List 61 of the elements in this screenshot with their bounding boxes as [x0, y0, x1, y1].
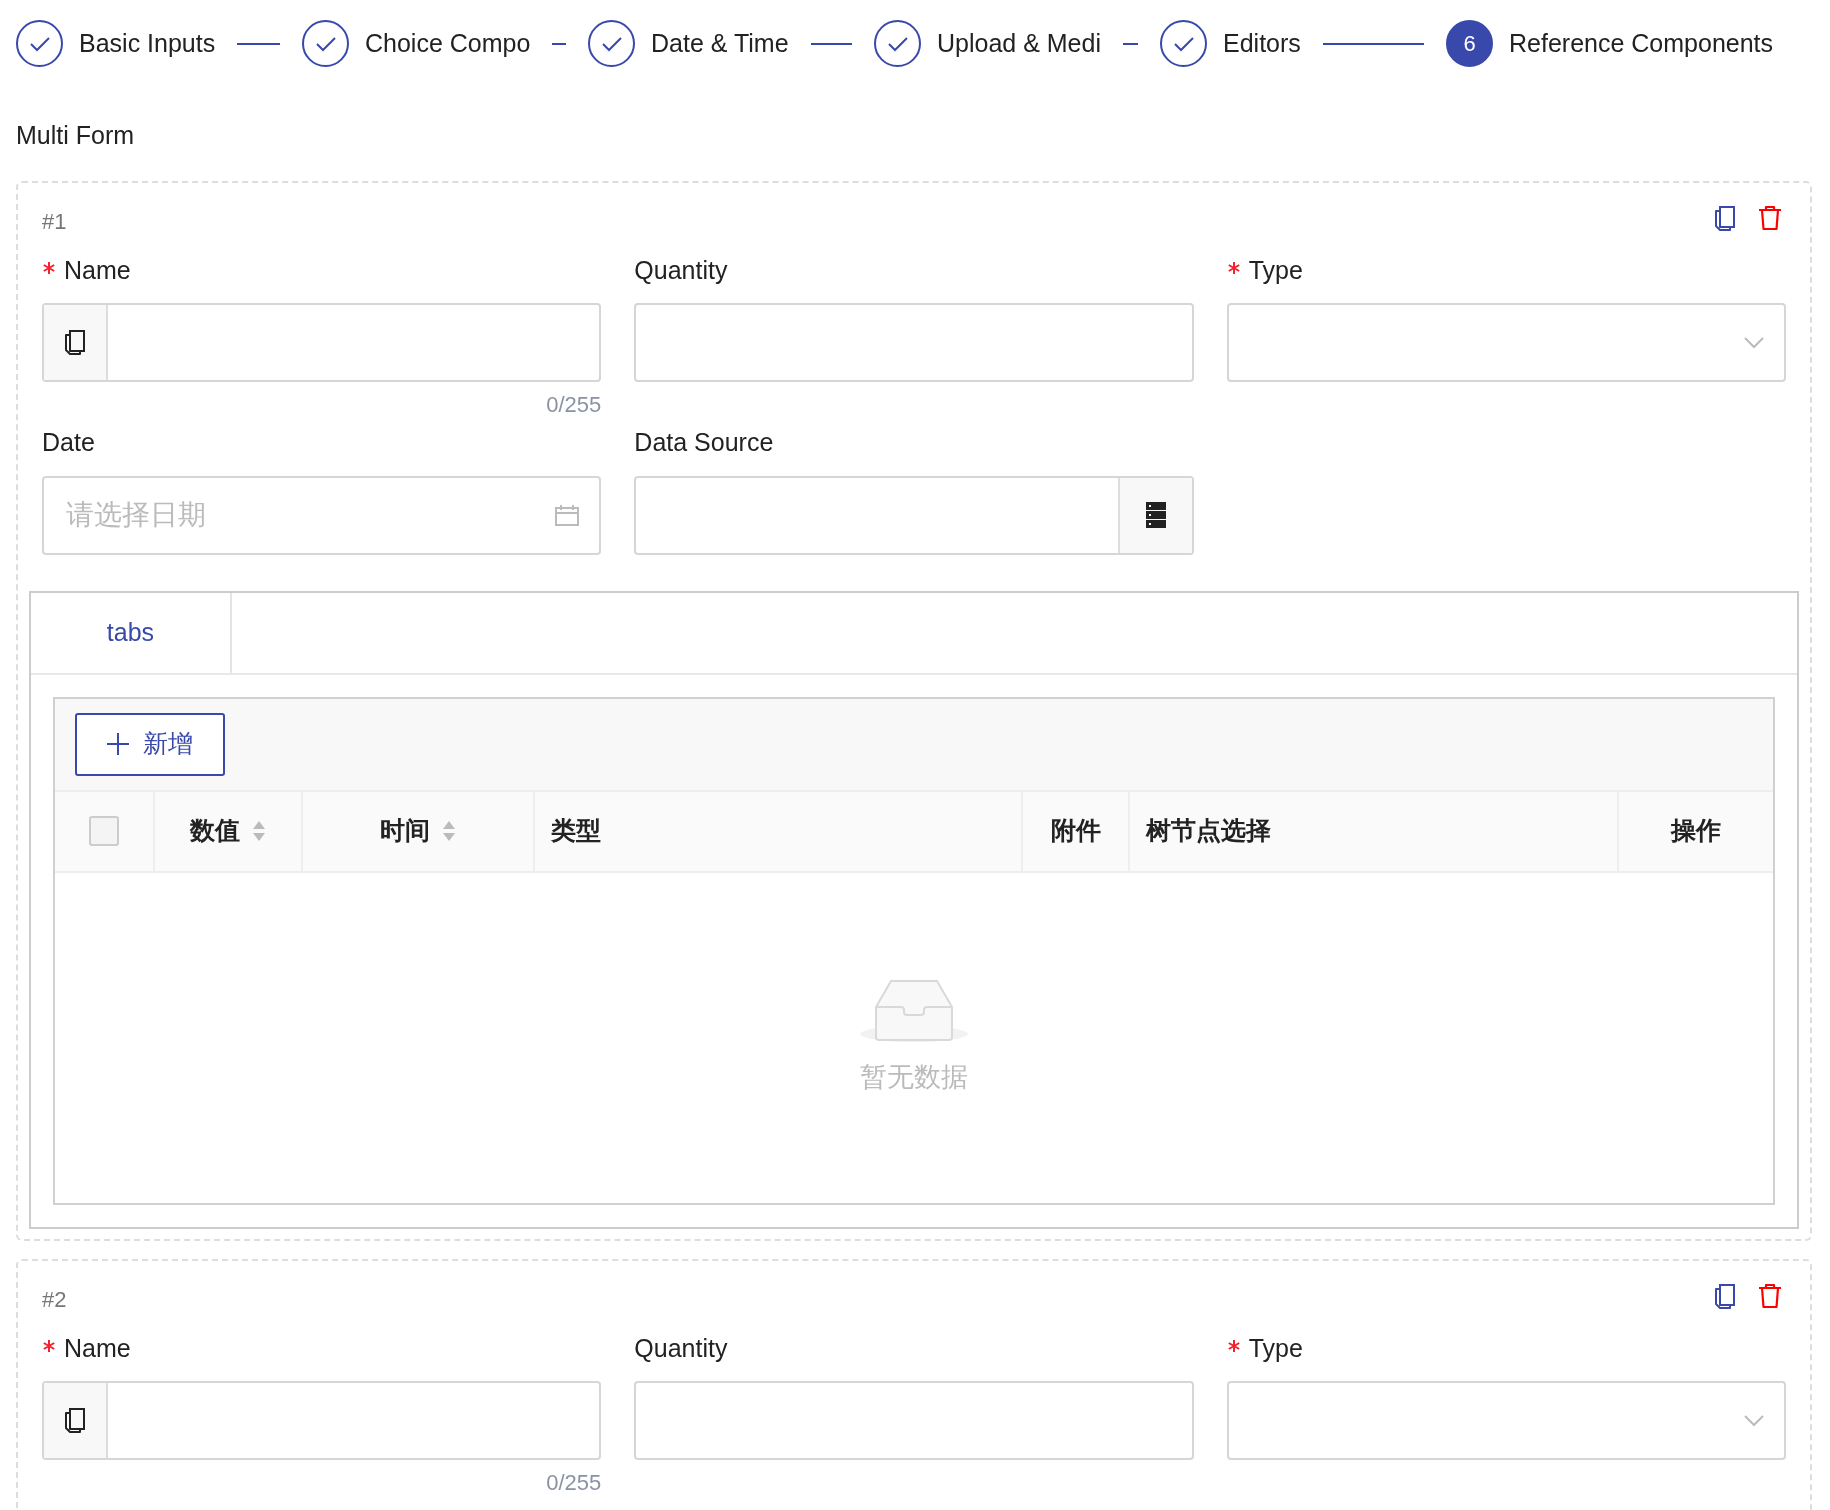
lookup-button[interactable]	[1117, 477, 1192, 553]
required-asterisk-icon	[1226, 1338, 1241, 1353]
check-icon	[886, 34, 909, 53]
step-label: Editors	[1223, 27, 1301, 59]
empty-inbox-icon	[859, 977, 969, 1044]
date-field[interactable]: 请选择日期	[44, 477, 600, 553]
step-label: Reference Components	[1509, 27, 1774, 59]
column-header[interactable]: 树节点选择	[1146, 812, 1271, 850]
number-field[interactable]	[634, 1381, 1194, 1460]
required-asterisk-icon	[42, 260, 56, 275]
character-counter: 0/255	[545, 1469, 602, 1496]
character-counter: 0/255	[545, 391, 602, 418]
step-label: Basic Inputs	[79, 27, 216, 59]
text-field[interactable]	[42, 1381, 602, 1460]
field-label: Quantity	[634, 255, 728, 284]
copy-icon[interactable]	[64, 329, 86, 356]
calendar-icon	[555, 504, 580, 526]
text-field[interactable]	[42, 303, 602, 382]
field-label: Quantity	[634, 1333, 728, 1362]
step-label: Choice Compo	[365, 27, 531, 59]
field-label: Data Source	[634, 428, 774, 456]
sort-icon[interactable]	[442, 820, 456, 842]
delete-icon[interactable]	[1758, 1282, 1782, 1309]
field-label: Date	[42, 428, 95, 456]
field-label: Name	[64, 255, 131, 284]
check-icon	[28, 34, 51, 53]
add-button[interactable]: 新增	[75, 712, 225, 776]
column-header[interactable]: 类型	[551, 812, 601, 850]
column-header[interactable]: 附件	[1050, 812, 1101, 850]
step-number: 6	[1446, 20, 1493, 67]
required-asterisk-icon	[1226, 260, 1241, 275]
delete-icon[interactable]	[1758, 204, 1782, 231]
sort-icon[interactable]	[252, 820, 266, 842]
column-header[interactable]: 时间	[380, 812, 430, 850]
entry-number: #2	[42, 1285, 67, 1314]
section-title: Multi Form	[16, 120, 136, 151]
chevron-down-icon	[1744, 1414, 1764, 1427]
empty-text: 暂无数据	[860, 1061, 968, 1095]
check-icon	[600, 34, 623, 53]
copy-icon[interactable]	[1714, 204, 1736, 232]
chevron-down-icon	[1744, 336, 1764, 349]
copy-icon[interactable]	[64, 1407, 86, 1434]
copy-icon[interactable]	[1714, 1282, 1736, 1310]
field-label: Type	[1248, 255, 1303, 284]
field-label: Name	[64, 1333, 131, 1362]
number-field[interactable]	[634, 303, 1194, 382]
plus-icon	[107, 733, 129, 755]
step-label: Upload & Medi	[937, 27, 1101, 59]
select-all-checkbox[interactable]	[89, 816, 119, 846]
select-field[interactable]	[1226, 1381, 1786, 1460]
column-header[interactable]: 操作	[1671, 812, 1721, 850]
check-icon	[1172, 34, 1195, 53]
server-icon	[1144, 501, 1167, 529]
check-icon	[314, 34, 337, 53]
step-label: Date & Time	[651, 27, 789, 59]
required-asterisk-icon	[42, 1338, 56, 1353]
select-field[interactable]	[1226, 303, 1786, 382]
column-header[interactable]: 数值	[190, 812, 240, 850]
lookup-field[interactable]	[634, 475, 1194, 555]
field-label: Type	[1248, 1333, 1303, 1362]
entry-number: #1	[42, 207, 67, 236]
